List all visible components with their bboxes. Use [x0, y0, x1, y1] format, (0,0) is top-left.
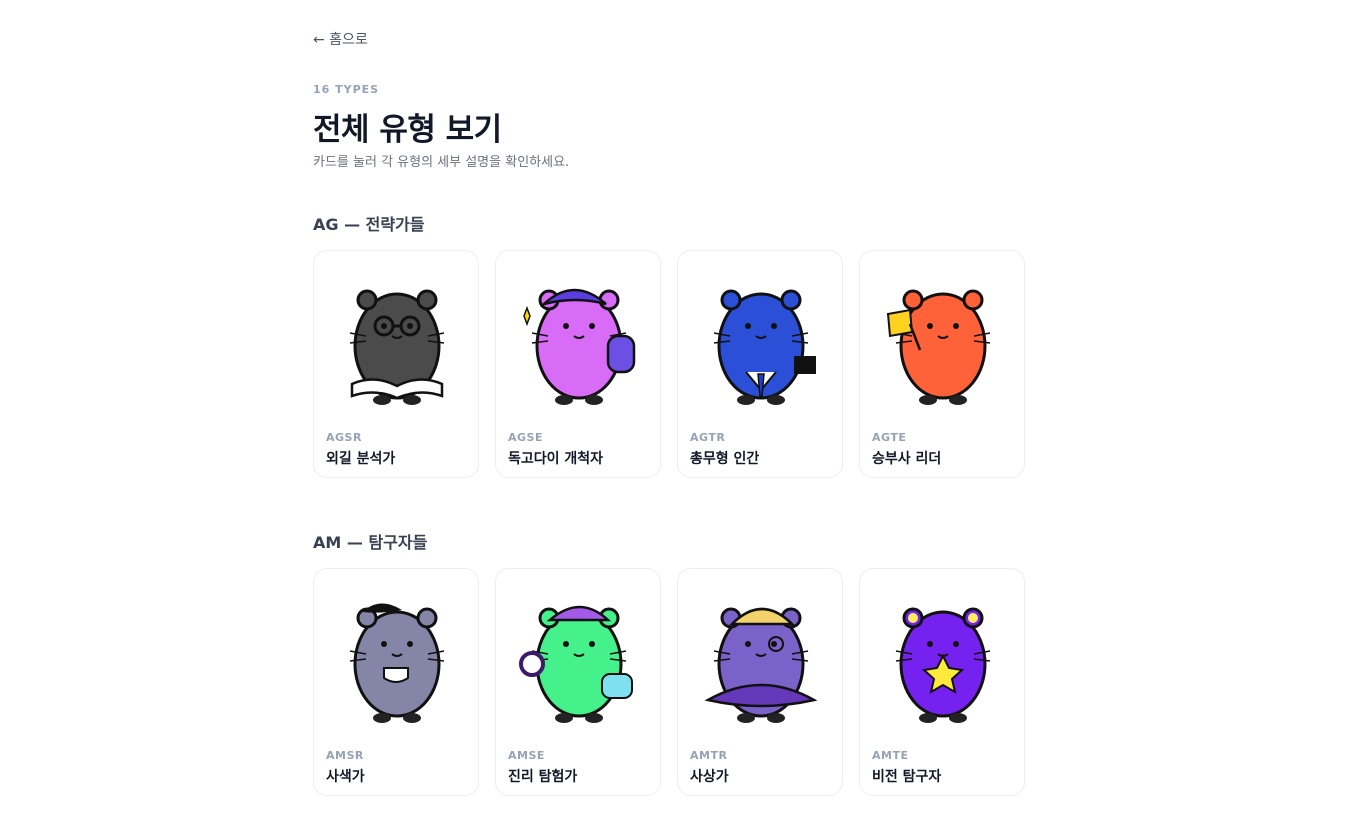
back-home-link[interactable]: ← 홈으로 [313, 29, 368, 49]
type-code: AGSR [326, 431, 362, 444]
cape-hamster-icon [686, 577, 836, 737]
star-hamster-icon [868, 577, 1018, 737]
group-heading-ag: AG — 전략가들 [313, 215, 425, 234]
type-name: 승부사 리더 [872, 451, 942, 467]
page-title: 전체 유형 보기 [313, 112, 502, 148]
suit-hamster-icon [686, 259, 836, 419]
page-subtitle: 카드를 눌러 각 유형의 세부 설명을 확인하세요. [313, 155, 570, 170]
types-count-eyebrow: 16 TYPES [313, 83, 380, 96]
flag-hamster-icon [868, 259, 1018, 419]
type-card-amse[interactable]: AMSE 진리 탐험가 [495, 568, 661, 796]
type-card-agtr[interactable]: AGTR 총무형 인간 [677, 250, 843, 478]
tea-hamster-icon [322, 577, 472, 737]
type-card-amsr[interactable]: AMSR 사색가 [313, 568, 479, 796]
type-code: AGSE [508, 431, 543, 444]
glasses-book-hamster-icon [322, 259, 472, 419]
type-name: 외길 분석가 [326, 451, 396, 467]
type-card-agse[interactable]: AGSE 독고다이 개척자 [495, 250, 661, 478]
card-row-am: AMSR 사색가 AMSE 진리 탐험가 AMTR 사상가 AMTE 비전 탐구… [313, 568, 1025, 796]
type-card-agsr[interactable]: AGSR 외길 분석가 [313, 250, 479, 478]
type-code: AMSR [326, 749, 364, 762]
type-name: 사상가 [690, 769, 729, 785]
type-card-amte[interactable]: AMTE 비전 탐구자 [859, 568, 1025, 796]
type-card-agte[interactable]: AGTE 승부사 리더 [859, 250, 1025, 478]
type-name: 총무형 인간 [690, 451, 760, 467]
type-code: AMTR [690, 749, 728, 762]
type-name: 독고다이 개척자 [508, 451, 604, 467]
type-code: AMTE [872, 749, 909, 762]
type-card-amtr[interactable]: AMTR 사상가 [677, 568, 843, 796]
type-name: 진리 탐험가 [508, 769, 578, 785]
type-name: 사색가 [326, 769, 365, 785]
type-code: AGTR [690, 431, 726, 444]
magnifier-hamster-icon [504, 577, 654, 737]
group-heading-am: AM — 탐구자들 [313, 533, 428, 552]
type-code: AMSE [508, 749, 545, 762]
card-row-ag: AGSR 외길 분석가 AGSE 독고다이 개척자 AGTR 총무형 인간 AG… [313, 250, 1025, 478]
type-code: AGTE [872, 431, 907, 444]
type-name: 비전 탐구자 [872, 769, 942, 785]
backpack-hamster-icon [504, 259, 654, 419]
